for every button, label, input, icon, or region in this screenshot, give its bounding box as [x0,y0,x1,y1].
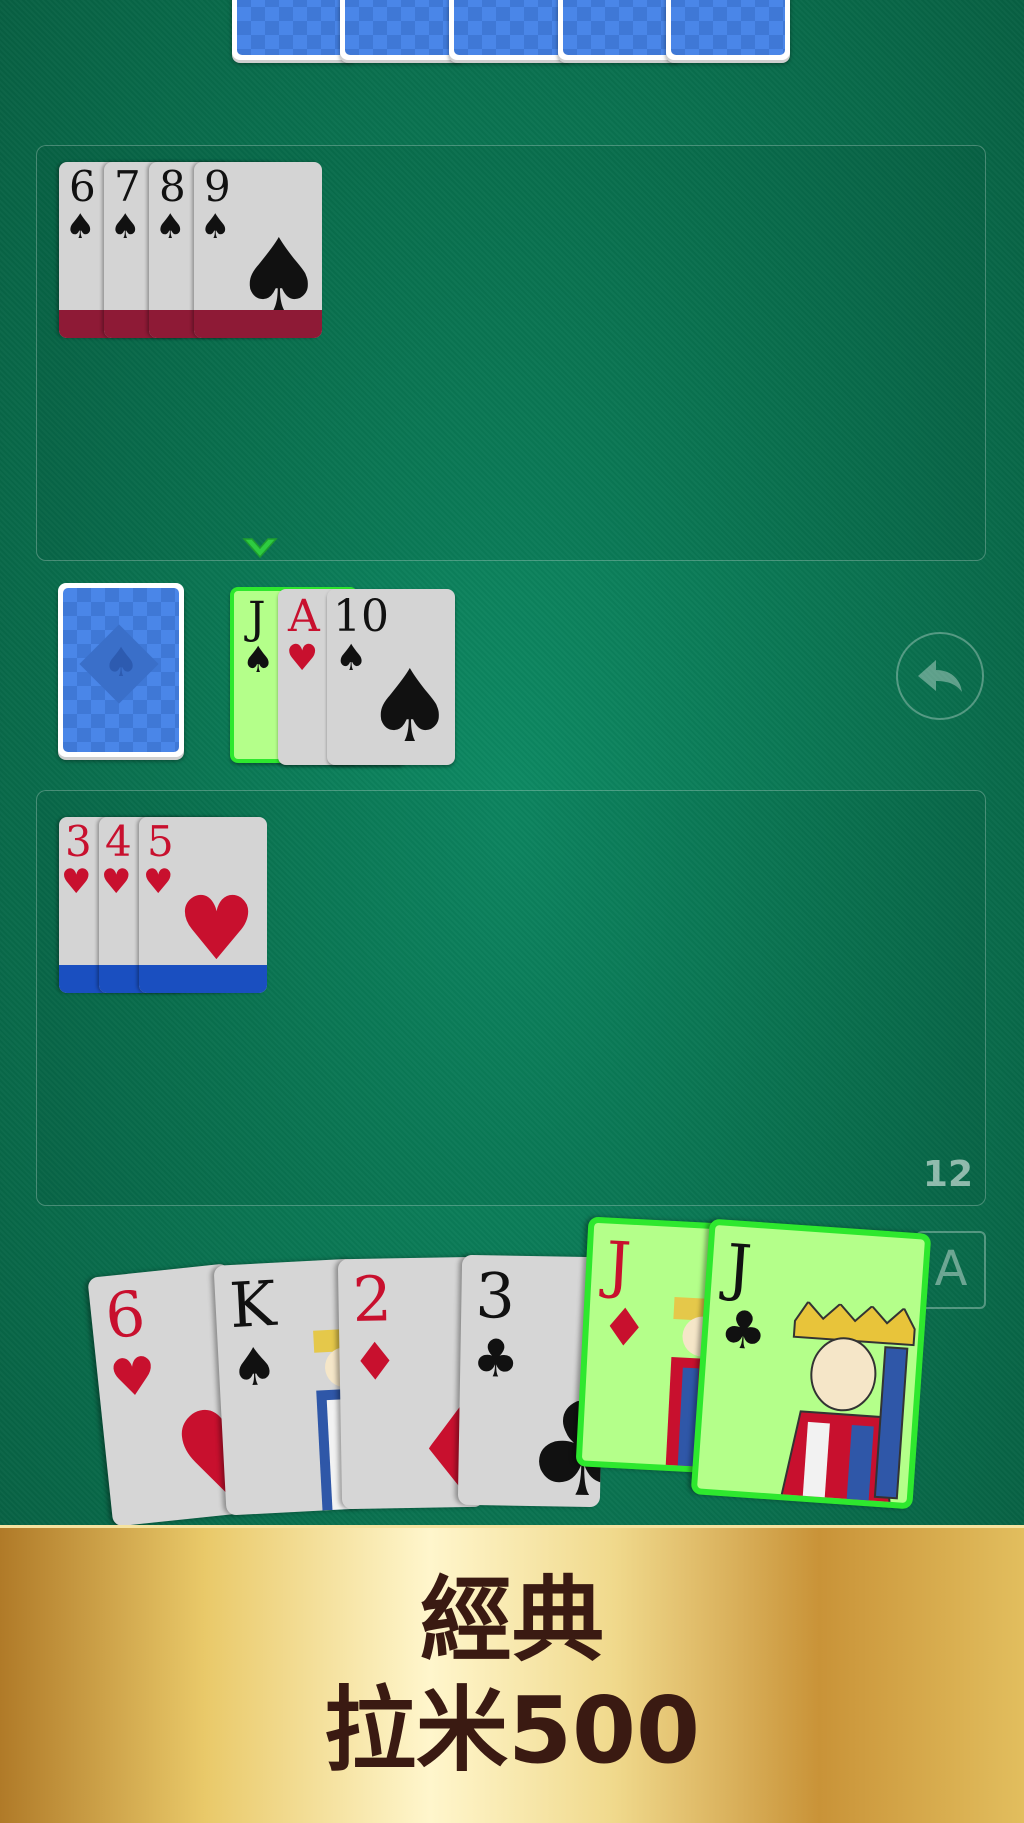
chevron-down-icon [242,535,278,567]
banner-title-line2: 拉米500 [323,1677,701,1784]
card-suit: ♠ [110,207,141,247]
card-rank: 6 [101,1276,149,1354]
card-suit-large: ♠ [365,648,455,765]
card-rank: 7 [114,162,141,211]
card-rank: K [227,1266,278,1343]
card-suit: ♠ [155,207,186,247]
card-rank: J [604,1227,633,1302]
card-suit-large: ♠ [234,217,322,334]
opponent-meld-area[interactable]: 6 ♠ 7 ♠ 8 ♠ 9 ♠ ♠ [36,145,986,561]
card-suit: ♠ [229,1336,280,1400]
undo-arrow-icon [918,660,962,692]
spade-icon: ♠ [103,640,139,686]
card-rank: J [248,593,266,644]
opponent-card-back [449,0,573,60]
card-suit: ♣ [718,1299,769,1363]
card-rank: 2 [351,1262,393,1337]
opponent-card-back [558,0,682,60]
undo-button[interactable] [896,632,984,720]
card-rank: 5 [147,817,174,866]
card-rank: J [724,1229,754,1305]
card-rank: 4 [105,817,132,866]
card-suit: ♥ [106,1345,160,1411]
player-meld-area[interactable]: 3 ♥ 4 ♥ 5 ♥ ♥ 12 [36,790,986,1206]
jack-portrait-icon [779,1300,916,1509]
meld-card: 5 ♥ ♥ [139,817,267,993]
opponent-card-back [340,0,464,60]
card-rank: 9 [204,162,231,211]
card-suit: ♥ [143,862,174,902]
card-suit: ♦ [351,1332,399,1394]
card-suit: ♥ [286,638,319,679]
card-suit: ♠ [200,207,231,247]
card-rank: 6 [69,162,96,211]
card-rank: 3 [65,817,92,866]
promo-banner: 經典 拉米500 [0,1525,1024,1823]
card-rank: 3 [474,1259,516,1333]
hand-card-selected[interactable]: J ♣ [690,1218,932,1510]
card-suit-large: ♥ [177,877,256,980]
card-rank: 8 [159,162,186,211]
card-suit: ♠ [335,638,368,679]
meld-score: 12 [922,1154,973,1195]
stock-pile[interactable]: ♠ [58,583,184,757]
card-suit: ♥ [61,862,92,902]
card-rank: 10 [333,591,389,642]
card-rank: A [288,591,320,642]
opponent-card-back [232,0,356,60]
card-suit: ♣ [471,1328,520,1390]
opponent-card-back [666,0,790,60]
banner-title-line1: 經典 [419,1567,604,1674]
card-suit: ♥ [101,862,132,902]
meld-card: 9 ♠ ♠ [194,162,322,338]
card-suit: ♠ [242,640,275,681]
card-suit: ♠ [65,207,96,247]
discard-card[interactable]: 10 ♠ ♠ [327,589,455,765]
